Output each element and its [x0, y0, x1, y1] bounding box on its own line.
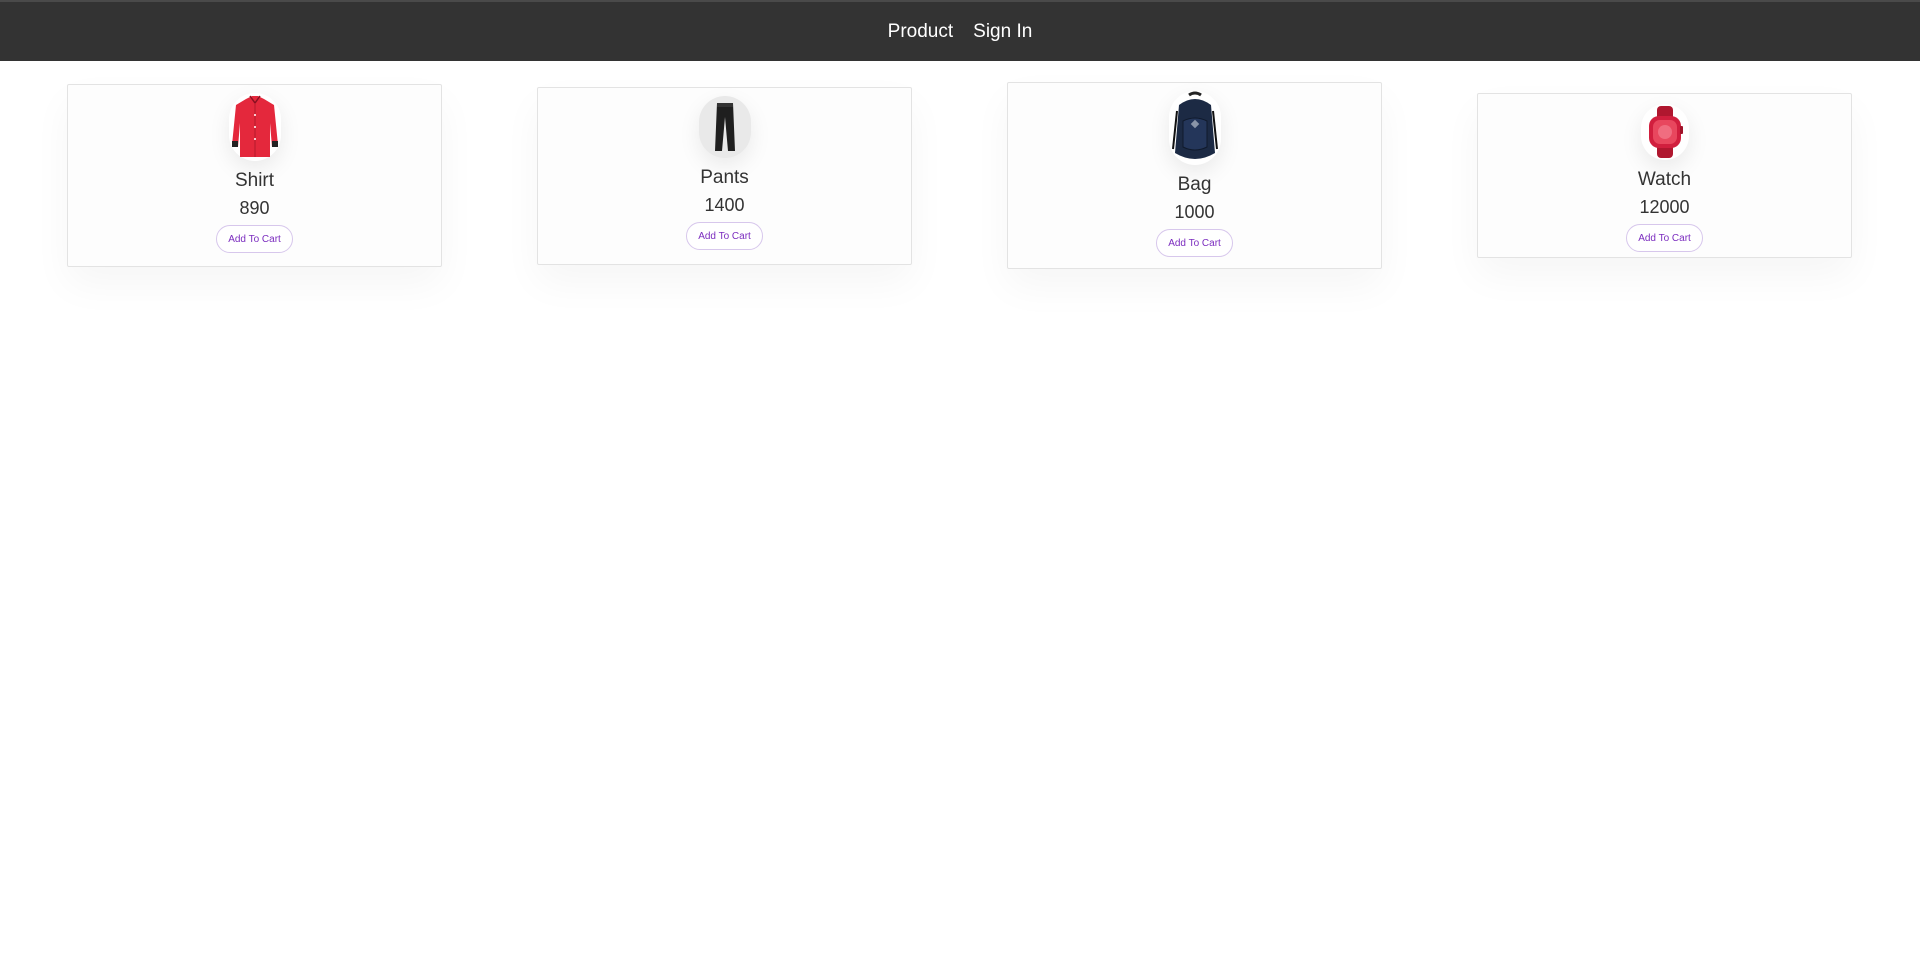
product-price: 1400: [704, 195, 745, 215]
top-navbar: Product Sign In: [0, 0, 1920, 61]
backpack-icon: [1171, 91, 1218, 159]
product-price: 1000: [1174, 202, 1215, 222]
product-name: Watch: [1637, 169, 1692, 190]
product-card-shirt: Shirt 890 Add To Cart: [67, 84, 442, 267]
product-price: 12000: [1639, 197, 1690, 217]
pants-icon: [714, 103, 735, 151]
add-to-cart-button[interactable]: Add To Cart: [1626, 224, 1703, 252]
smartwatch-icon: [1648, 106, 1683, 158]
product-price: 890: [239, 198, 270, 218]
product-name: Bag: [1177, 174, 1212, 195]
nav-link-product[interactable]: Product: [888, 22, 953, 41]
product-card-bag: Bag 1000 Add To Cart: [1007, 82, 1382, 269]
product-name: Shirt: [234, 170, 275, 191]
add-to-cart-button[interactable]: Add To Cart: [1156, 229, 1233, 257]
product-image: [698, 96, 751, 158]
product-image: [228, 93, 281, 161]
product-image: [1640, 104, 1689, 160]
product-card-pants: Pants 1400 Add To Cart: [537, 87, 912, 265]
nav-link-sign-in[interactable]: Sign In: [973, 22, 1032, 41]
shirt-icon: [231, 95, 278, 157]
product-name: Pants: [700, 167, 749, 188]
add-to-cart-button[interactable]: Add To Cart: [686, 222, 763, 250]
product-image: [1168, 91, 1221, 165]
add-to-cart-button[interactable]: Add To Cart: [216, 225, 293, 253]
product-card-watch: Watch 12000 Add To Cart: [1477, 93, 1852, 258]
